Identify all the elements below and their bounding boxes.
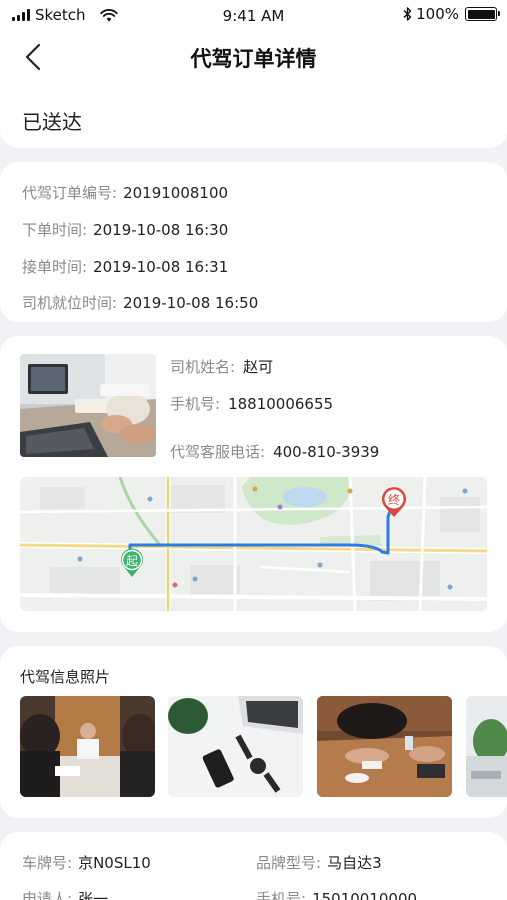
driver-name-label: 司机姓名: — [170, 358, 236, 376]
nav-bar: 代驾订单详情 — [0, 34, 507, 80]
driver-info-card: 司机姓名: 赵可 手机号: 18810006655 代驾客服电话: 400-810-3… — [0, 336, 507, 632]
battery-percent: 100% — [416, 5, 459, 23]
order-no-value: 20191008100 — [123, 184, 229, 202]
order-time-value: 2019-10-08 16:30 — [93, 221, 229, 239]
photo-office — [466, 696, 507, 797]
photo-desk — [168, 696, 303, 797]
photo-cafe — [317, 696, 452, 797]
driver-name-value: 赵可 — [243, 358, 274, 376]
photo-meeting — [20, 696, 155, 797]
accept-time-label: 接单时间: — [22, 258, 88, 276]
plate-row: 车牌号: 京N0SL10 — [22, 852, 151, 873]
plate-value: 京N0SL10 — [78, 854, 151, 872]
model-label: 品牌型号: — [256, 854, 322, 872]
photo-strip[interactable] — [20, 696, 507, 797]
photo-item[interactable] — [20, 696, 155, 797]
arrive-time-value: 2019-10-08 16:50 — [123, 294, 259, 312]
order-status-section: 已送达 — [0, 80, 507, 148]
bluetooth-icon — [403, 7, 412, 21]
driver-photo-image — [20, 354, 156, 457]
accept-time-row: 接单时间: 2019-10-08 16:31 — [22, 256, 228, 277]
driver-phone-value[interactable]: 18810006655 — [228, 395, 333, 413]
route-map-image: 起 终 — [20, 477, 487, 611]
photos-title: 代驾信息照片 — [20, 668, 111, 686]
plate-label: 车牌号: — [22, 854, 73, 872]
order-no-label: 代驾订单编号: — [22, 184, 118, 202]
route-map[interactable]: 起 终 — [20, 477, 487, 611]
driver-phone-row: 手机号: 18810006655 — [170, 393, 333, 414]
model-row: 品牌型号: 马自达3 — [256, 852, 382, 873]
service-phone-value[interactable]: 400-810-3939 — [273, 443, 379, 461]
order-time-label: 下单时间: — [22, 221, 88, 239]
applicant-row: 申请人: 张一 — [22, 888, 108, 900]
model-value: 马自达3 — [327, 854, 382, 872]
arrive-time-label: 司机就位时间: — [22, 294, 118, 312]
applicant-value: 张一 — [78, 890, 109, 900]
driver-photo — [20, 354, 156, 457]
status-right: 100% — [403, 5, 500, 23]
page-title: 代驾订单详情 — [190, 47, 317, 71]
status-bar: Sketch 9:41 AM 100% — [0, 0, 507, 34]
photo-item[interactable] — [466, 696, 507, 797]
driver-name-row: 司机姓名: 赵可 — [170, 356, 273, 377]
photos-card: 代驾信息照片 — [0, 646, 507, 818]
start-marker-label: 起 — [126, 554, 138, 568]
order-no-row: 代驾订单编号: 20191008100 — [22, 182, 228, 203]
photo-item[interactable] — [317, 696, 452, 797]
vehicle-info-card: 车牌号: 京N0SL10 品牌型号: 马自达3 申请人: 张一 手机号: 1501001… — [0, 832, 507, 900]
service-phone-row: 代驾客服电话: 400-810-3939 — [170, 441, 379, 462]
battery-icon — [465, 7, 500, 21]
order-time-row: 下单时间: 2019-10-08 16:30 — [22, 219, 228, 240]
order-status-text: 已送达 — [22, 110, 82, 134]
applicant-phone-label: 手机号: — [256, 890, 307, 900]
applicant-label: 申请人: — [22, 890, 73, 900]
applicant-phone-value: 15010010000 — [312, 890, 418, 900]
service-phone-label: 代驾客服电话: — [170, 443, 266, 461]
arrive-time-row: 司机就位时间: 2019-10-08 16:50 — [22, 292, 258, 313]
end-marker-label: 终 — [388, 492, 400, 507]
order-info-card: 代驾订单编号: 20191008100 下单时间: 2019-10-08 16:30… — [0, 162, 507, 322]
applicant-phone-row: 手机号: 15010010000 — [256, 888, 417, 900]
driver-phone-label: 手机号: — [170, 395, 221, 413]
accept-time-value: 2019-10-08 16:31 — [93, 258, 229, 276]
photo-item[interactable] — [168, 696, 303, 797]
